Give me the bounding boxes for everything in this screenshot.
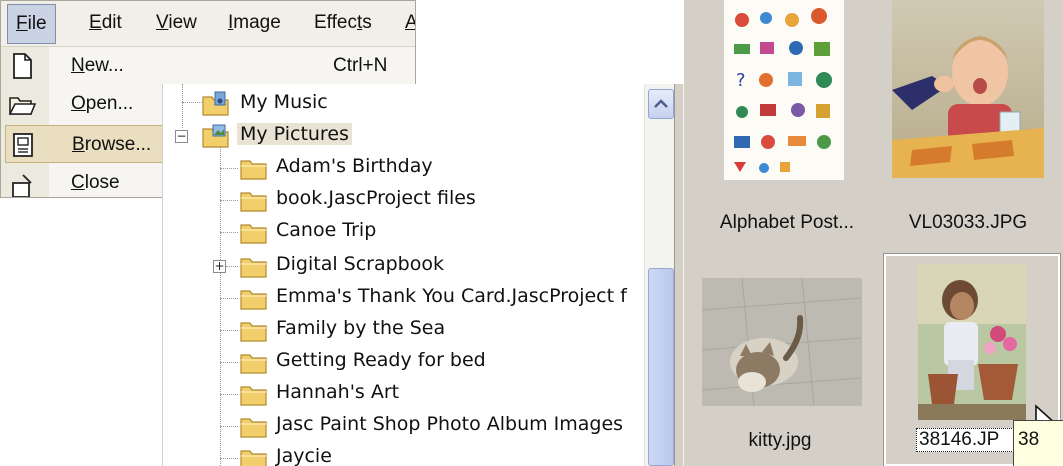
collapse-icon[interactable]: − <box>175 130 188 143</box>
tree-item-hannahs-art[interactable]: Hannah's Art <box>163 378 643 410</box>
kitten-image <box>702 278 862 406</box>
menu-image[interactable]: Image <box>225 12 284 34</box>
svg-text:?: ? <box>736 70 746 91</box>
menu-item-new-label: New... <box>71 55 124 77</box>
folder-tree-panel: My Music − My Pictures Adam's Birthday b… <box>162 84 682 466</box>
menu-item-open-label: Open... <box>71 93 133 115</box>
tree-item-label: Adam's Birthday <box>276 155 433 177</box>
tree-item-label: Family by the Sea <box>276 317 446 339</box>
thumbnail-vl03033[interactable]: VL03033.JPG <box>884 0 1054 240</box>
menubar: File Edit View Image Effects A <box>1 1 415 47</box>
menu-item-new-shortcut: Ctrl+N <box>333 55 388 76</box>
close-icon <box>12 174 32 197</box>
menu-item-browse-accel: B <box>72 134 85 155</box>
menu-file-accel: F <box>16 13 28 34</box>
menu-item-close-label: Close <box>71 172 120 194</box>
menu-view-accel: V <box>156 12 169 33</box>
tree-item-book-jascproject-files[interactable]: book.JascProject files <box>163 184 643 216</box>
menu-item-browse-rest: rowse... <box>84 134 152 155</box>
thumbnail-caption: kitty.jpg <box>748 430 812 451</box>
menu-effects[interactable]: Effects <box>311 12 375 34</box>
menu-truncated[interactable]: A <box>402 12 415 34</box>
tree-item-label: Jaycie <box>276 445 332 466</box>
chevron-up-icon <box>654 99 668 108</box>
tree-item-my-pictures[interactable]: − My Pictures <box>163 120 643 152</box>
tree-item-label: Canoe Trip <box>276 219 377 241</box>
kitten-thumbnail <box>702 278 862 406</box>
menu-file[interactable]: File <box>7 4 56 44</box>
menu-edit[interactable]: Edit <box>86 12 125 34</box>
menu-item-close-rest: lose <box>84 172 120 193</box>
new-document-icon <box>13 53 32 79</box>
tree-item-canoe-trip[interactable]: Canoe Trip <box>163 216 643 248</box>
tree-item-label: Digital Scrapbook <box>276 253 444 275</box>
tree-item-label: My Pictures <box>237 123 352 145</box>
thumbnail-panel: ? Alphabet Post... VL03033.JPG kitty.jpg… <box>684 0 1063 466</box>
menu-item-new-rest: ew... <box>84 55 124 76</box>
music-folder-icon <box>202 91 229 116</box>
tree-item-label: Getting Ready for bed <box>276 349 486 371</box>
tree-item-label: book.JascProject files <box>276 187 476 209</box>
menu-edit-rest: dit <box>101 12 122 33</box>
menu-file-rest: ile <box>27 13 47 34</box>
menu-item-close-accel: C <box>71 172 85 193</box>
girl-flowers-image <box>918 264 1026 420</box>
tree-item-label: Jasc Paint Shop Photo Album Images <box>276 413 624 435</box>
thumbnail-caption: VL03033.JPG <box>908 212 1028 233</box>
tree-item-getting-ready-for-bed[interactable]: Getting Ready for bed <box>163 346 643 378</box>
menu-item-new-accel: N <box>71 55 85 76</box>
menu-effects-pre: Effec <box>314 12 357 33</box>
scroll-up-button[interactable] <box>648 89 674 119</box>
menu-item-new[interactable]: New... Ctrl+N <box>1 47 415 85</box>
thumbnail-kitty[interactable]: kitty.jpg <box>696 260 866 466</box>
alphabet-poster-image: ? <box>724 0 844 180</box>
menu-view[interactable]: View <box>153 12 200 34</box>
tree-scrollbar[interactable] <box>644 84 674 466</box>
child-at-table-thumbnail <box>892 0 1044 178</box>
tree-item-family-by-the-sea[interactable]: Family by the Sea <box>163 314 643 346</box>
panel-splitter[interactable] <box>674 84 684 466</box>
menu-item-browse[interactable]: Browse... <box>5 125 165 163</box>
folder-icon <box>240 160 267 180</box>
folder-icon <box>240 258 267 278</box>
menu-edit-accel: E <box>89 12 102 33</box>
folder-icon <box>240 354 267 374</box>
open-folder-icon <box>8 97 37 115</box>
menu-view-rest: iew <box>168 12 197 33</box>
menu-item-open-rest: pen... <box>85 93 134 114</box>
scroll-thumb[interactable] <box>648 268 674 466</box>
filename-tooltip: 38 <box>1013 420 1063 466</box>
folder-icon <box>240 418 267 438</box>
browse-icon <box>13 133 33 157</box>
folder-icon <box>240 224 267 244</box>
thumbnail-caption: Alphabet Post... <box>719 212 855 233</box>
folder-icon <box>240 322 267 342</box>
tree-item-emmas-thank-you-card[interactable]: Emma's Thank You Card.JascProject f <box>163 282 643 314</box>
thumbnail-alphabet-poster[interactable]: ? Alphabet Post... <box>714 0 854 240</box>
tree-item-adams-birthday[interactable]: Adam's Birthday <box>163 152 643 184</box>
folder-icon <box>240 450 267 466</box>
tree-item-jaycie[interactable]: Jaycie <box>163 442 643 466</box>
tree-item-jasc-photo-album-images[interactable]: Jasc Paint Shop Photo Album Images <box>163 410 643 442</box>
menu-image-rest: mage <box>233 12 281 33</box>
tree-item-label: Hannah's Art <box>276 381 400 403</box>
tree-item-digital-scrapbook[interactable]: + Digital Scrapbook <box>163 250 643 282</box>
tree-item-label: Emma's Thank You Card.JascProject f <box>276 285 627 307</box>
expand-icon[interactable]: + <box>213 260 226 273</box>
thumbnail-caption-editing[interactable]: 38146.JP <box>916 428 1024 452</box>
folder-icon <box>240 192 267 212</box>
alphabet-poster-thumbnail: ? <box>724 0 844 180</box>
menu-truncated-accel: A <box>405 12 415 33</box>
girl-with-flowers-thumbnail <box>918 264 1026 420</box>
tree-item-label: My Music <box>240 91 328 113</box>
pictures-folder-icon <box>202 124 229 148</box>
menu-effects-rest: s <box>362 12 372 33</box>
folder-icon <box>240 290 267 310</box>
child-photo-image <box>892 0 1044 178</box>
folder-icon <box>240 386 267 406</box>
tree-item-my-music[interactable]: My Music <box>163 88 643 120</box>
menu-item-open-accel: O <box>71 93 86 114</box>
menu-item-browse-label: Browse... <box>72 134 151 156</box>
